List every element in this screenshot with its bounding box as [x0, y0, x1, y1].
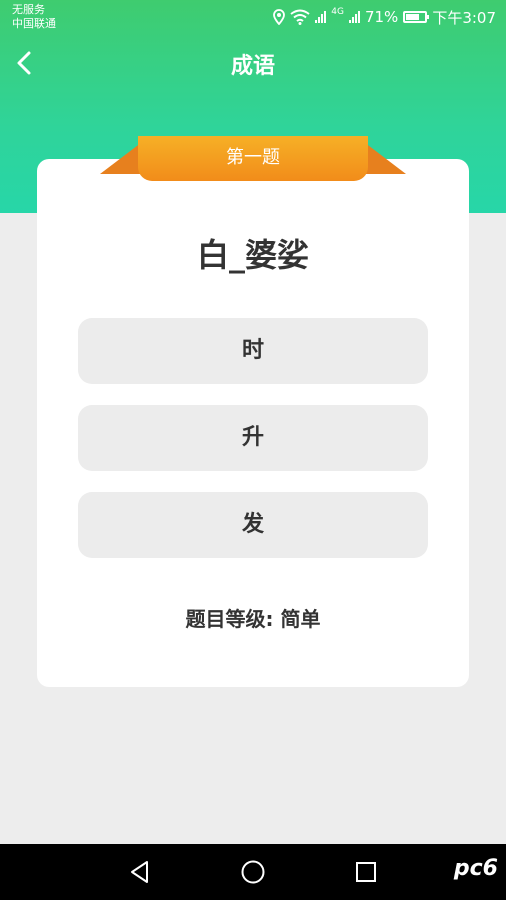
status-indicators: 4G 71% 下午3:07: [273, 7, 496, 27]
carrier-line-1: 无服务: [12, 3, 45, 16]
option-button-3[interactable]: 发: [78, 492, 428, 558]
option-button-2[interactable]: 升: [78, 405, 428, 471]
circle-home-icon: [241, 860, 265, 884]
page-title: 成语: [230, 54, 275, 79]
carrier-info: 无服务 中国联通: [12, 3, 56, 31]
triangle-back-icon: [131, 861, 148, 883]
nav-home-button[interactable]: [240, 859, 266, 885]
nav-back-button[interactable]: [127, 859, 153, 885]
question-number-ribbon: 第一题: [138, 136, 368, 181]
question-text: 白_婆娑: [196, 236, 309, 274]
network-type: 4G: [331, 7, 344, 17]
signal-icon-1: [315, 11, 327, 23]
option-button-1[interactable]: 时: [78, 318, 428, 384]
system-nav-bar: pc6: [0, 844, 506, 900]
wifi-icon: [290, 9, 310, 25]
carrier-line-2: 中国联通: [12, 17, 56, 30]
location-icon: [273, 9, 286, 25]
square-recents-icon: [356, 862, 376, 882]
battery-icon: [403, 11, 430, 23]
signal-icon-2: [348, 11, 360, 23]
watermark-logo: pc6: [453, 856, 498, 881]
clock: 下午3:07: [432, 8, 496, 27]
status-bar: 无服务 中国联通 4G 71% 下午3:07: [0, 0, 506, 34]
title-bar: 成语: [0, 38, 506, 88]
difficulty-label: 题目等级: 简单: [185, 607, 321, 631]
battery-percent: 71%: [364, 8, 399, 26]
nav-recents-button[interactable]: [353, 859, 379, 885]
